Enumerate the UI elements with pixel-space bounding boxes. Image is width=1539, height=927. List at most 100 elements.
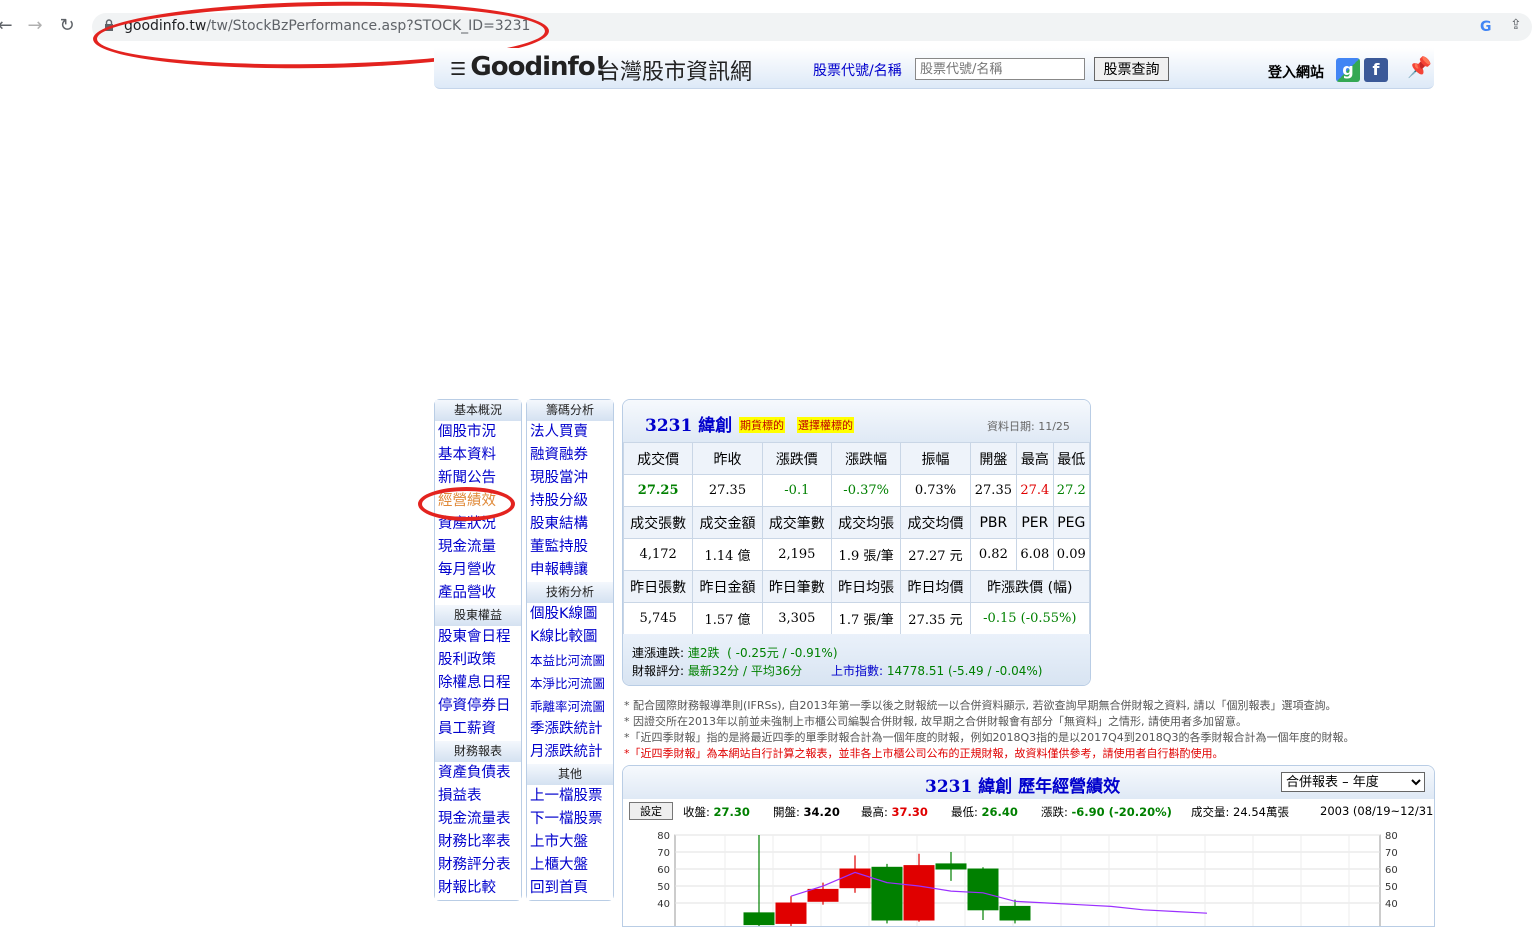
stat-label: 最低: bbox=[951, 805, 978, 819]
stat-value: 26.40 bbox=[981, 805, 1018, 819]
stat-label: 成交量: bbox=[1191, 805, 1230, 819]
facebook-login-icon[interactable]: f bbox=[1364, 58, 1388, 82]
menu-item-director-holdings[interactable]: 董監持股 bbox=[527, 536, 613, 559]
score-value[interactable]: 最新32分 / 平均36分 bbox=[688, 664, 802, 678]
menu-item-dividend[interactable]: 股利政策 bbox=[435, 649, 521, 672]
table-header: PBR bbox=[969, 506, 1018, 539]
google-login-icon[interactable]: g bbox=[1336, 58, 1360, 82]
table-header: 成交張數 bbox=[623, 506, 694, 539]
menu-item-margin[interactable]: 融資融券 bbox=[527, 444, 613, 467]
per-value: 6.08 bbox=[1016, 538, 1054, 571]
table-header: 漲跌價 bbox=[761, 442, 832, 475]
menu-item-next-stock[interactable]: 下一檔股票 bbox=[527, 808, 613, 831]
menu-item-score[interactable]: 財務評分表 bbox=[435, 854, 521, 877]
change-pct-value: -0.37% bbox=[830, 474, 902, 507]
settings-button[interactable]: 設定 bbox=[629, 802, 673, 820]
logo-text: Goodinfo! bbox=[470, 52, 606, 82]
forward-arrow-icon[interactable]: → bbox=[24, 14, 46, 38]
stat-low: 最低: 26.40 bbox=[951, 804, 1018, 820]
futures-tag[interactable]: 期貨標的 bbox=[739, 417, 785, 433]
table-header: 昨漲跌價 (幅) bbox=[969, 570, 1090, 603]
y-tick-right: 70 bbox=[1385, 848, 1398, 859]
site-name: 台灣股市資訊網 bbox=[598, 60, 753, 85]
menu-item-basic-info[interactable]: 基本資料 bbox=[435, 444, 521, 467]
candle-body bbox=[935, 863, 967, 870]
menu-item-ratios[interactable]: 財務比率表 bbox=[435, 831, 521, 854]
stat-value: 34.20 bbox=[803, 805, 840, 819]
menu-item-holding-levels[interactable]: 持股分級 bbox=[527, 490, 613, 513]
menu-item-balance-sheet[interactable]: 資產負債表 bbox=[435, 762, 521, 785]
quote-footer: 連漲連跌: 連2跌 ( -0.25元 / -0.91%) 財報評分: 最新32分… bbox=[623, 634, 1090, 685]
candle-body bbox=[775, 902, 807, 924]
y-tick-left: 60 bbox=[657, 865, 670, 876]
menu-item-home[interactable]: 回到首頁 bbox=[527, 877, 613, 900]
table-header: 昨日均張 bbox=[830, 570, 902, 603]
menu-item-cashflow[interactable]: 現金流量 bbox=[435, 536, 521, 559]
index-label[interactable]: 上市指數: bbox=[831, 664, 883, 678]
options-tag[interactable]: 選擇權標的 bbox=[797, 417, 854, 433]
annotation-circle-menu bbox=[418, 487, 515, 521]
menu-item-prev-stock[interactable]: 上一檔股票 bbox=[527, 785, 613, 808]
stat-label: 開盤: bbox=[773, 805, 800, 819]
menu-item-transfer[interactable]: 申報轉讓 bbox=[527, 559, 613, 582]
menu-item-market[interactable]: 個股市況 bbox=[435, 421, 521, 444]
table-header: PEG bbox=[1052, 506, 1090, 539]
menu-item-cashflow-statement[interactable]: 現金流量表 bbox=[435, 808, 521, 831]
login-label[interactable]: 登入網站 bbox=[1268, 62, 1324, 82]
prev-change-value: -0.15 (-0.55%) bbox=[969, 602, 1090, 635]
stock-search-button[interactable]: 股票查詢 bbox=[1094, 57, 1169, 81]
menu-item-pb-river[interactable]: 本淨比河流圖 bbox=[527, 672, 613, 695]
table-header: 開盤 bbox=[969, 442, 1018, 475]
avg-lots-value: 1.9 張/筆 bbox=[830, 538, 902, 571]
site-logo[interactable]: ☰ Goodinfo! bbox=[450, 52, 607, 82]
candle-body bbox=[807, 888, 839, 902]
report-type-select[interactable]: 合併報表 – 年度 bbox=[1281, 772, 1425, 792]
stock-search-input[interactable] bbox=[915, 58, 1085, 80]
menu-item-otc[interactable]: 上櫃大盤 bbox=[527, 854, 613, 877]
menu-item-pe-river[interactable]: 本益比河流圖 bbox=[527, 649, 613, 672]
data-date: 資料日期: 11/25 bbox=[987, 420, 1070, 433]
menu-item-kline[interactable]: 個股K線圖 bbox=[527, 603, 613, 626]
menu-item-monthly-revenue[interactable]: 每月營收 bbox=[435, 559, 521, 582]
reload-icon[interactable]: ↻ bbox=[56, 14, 78, 38]
menu-item-agm[interactable]: 股東會日程 bbox=[435, 626, 521, 649]
streak-label: 連漲連跌: bbox=[632, 646, 685, 660]
menu-icon[interactable]: ☰ bbox=[450, 59, 470, 80]
candle-body bbox=[743, 912, 775, 926]
y-tick-left: 50 bbox=[657, 882, 670, 893]
price-chart[interactable]: 80 80 70 70 60 60 50 50 40 40 bbox=[623, 824, 1434, 927]
note-line: *「近四季財報」指的是將最近四季的單季財報合計為一個年度的財報，例如2018Q3… bbox=[624, 731, 1355, 744]
menu-item-ex-dividend[interactable]: 除權息日程 bbox=[435, 672, 521, 695]
menu-item-quarterly-stats[interactable]: 季漲跌統計 bbox=[527, 718, 613, 741]
menu-item-kline-compare[interactable]: K線比較圖 bbox=[527, 626, 613, 649]
menu-item-monthly-stats[interactable]: 月漲跌統計 bbox=[527, 741, 613, 764]
menu-item-margin-stop[interactable]: 停資停券日 bbox=[435, 695, 521, 718]
menu-item-product-revenue[interactable]: 產品營收 bbox=[435, 582, 521, 605]
candle-body bbox=[999, 905, 1031, 921]
table-header: 昨日筆數 bbox=[761, 570, 832, 603]
menu-item-institutional[interactable]: 法人買賣 bbox=[527, 421, 613, 444]
prev-close-value: 27.35 bbox=[692, 474, 763, 507]
candle-body bbox=[967, 868, 999, 911]
menu-item-salary[interactable]: 員工薪資 bbox=[435, 718, 521, 741]
menu-item-bias-river[interactable]: 乖離率河流圖 bbox=[527, 695, 613, 718]
menu-item-daytrade[interactable]: 現股當沖 bbox=[527, 467, 613, 490]
y-tick-right: 40 bbox=[1385, 899, 1398, 910]
pin-icon[interactable]: 📌 bbox=[1407, 55, 1432, 79]
stock-title[interactable]: 3231 緯創 bbox=[645, 411, 732, 436]
table-header: 昨日均價 bbox=[900, 570, 971, 603]
prev-trades-value: 3,305 bbox=[761, 602, 832, 635]
menu-item-twse[interactable]: 上市大盤 bbox=[527, 831, 613, 854]
index-value: 14778.51 (-5.49 / -0.04%) bbox=[886, 664, 1043, 678]
google-icon[interactable]: G bbox=[1480, 19, 1492, 35]
share-icon[interactable]: ⇪ bbox=[1510, 17, 1522, 33]
amount-value: 1.14 億 bbox=[692, 538, 763, 571]
menu-item-income[interactable]: 損益表 bbox=[435, 785, 521, 808]
menu-item-shareholder-structure[interactable]: 股東結構 bbox=[527, 513, 613, 536]
back-arrow-icon[interactable]: ← bbox=[0, 14, 16, 38]
menu-header: 股東權益 bbox=[435, 605, 521, 626]
menu-item-compare[interactable]: 財報比較 bbox=[435, 877, 521, 900]
y-tick-left: 80 bbox=[657, 831, 670, 842]
stat-volume: 成交量: 24.54萬張 bbox=[1191, 804, 1289, 820]
search-label-link[interactable]: 股票代號/名稱 bbox=[813, 60, 902, 80]
